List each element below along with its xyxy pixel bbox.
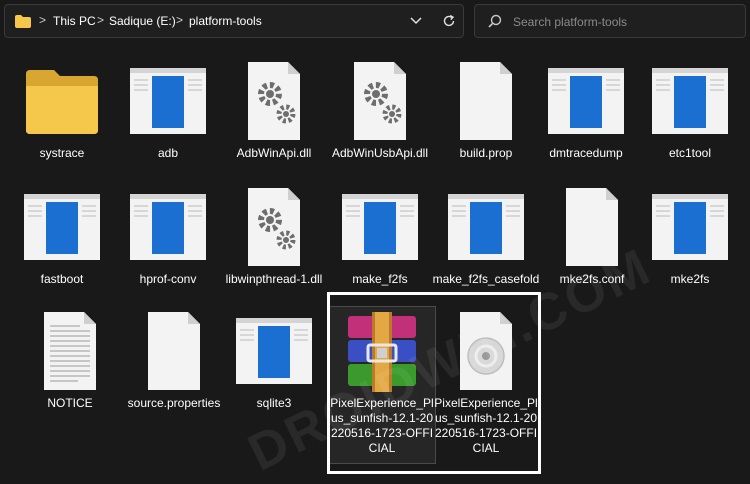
file-name: fastboot — [40, 272, 84, 286]
search-icon — [488, 14, 502, 28]
disc-image-icon — [460, 312, 512, 390]
file-name: adb — [157, 146, 179, 160]
exe-window-icon — [24, 194, 100, 260]
file-name: make_f2fs_casefold — [432, 272, 540, 286]
breadcrumb-separator[interactable]: > — [97, 13, 104, 27]
address-bar[interactable]: > This PC > Sadique (E:) > platform-tool… — [4, 4, 464, 38]
exe-window-icon — [548, 68, 624, 134]
file-name: NOTICE — [47, 396, 93, 410]
breadcrumb-separator[interactable]: > — [176, 13, 183, 27]
gears-file-icon — [248, 62, 300, 140]
exe-window-icon — [448, 194, 524, 260]
exe-window-icon — [342, 194, 418, 260]
exe-window-icon — [652, 194, 728, 260]
search-input[interactable] — [511, 12, 735, 32]
file-name: sqlite3 — [256, 396, 292, 410]
exe-window-icon — [130, 194, 206, 260]
text-file-icon — [44, 312, 96, 390]
exe-window-icon — [652, 68, 728, 134]
file-name: dmtracedump — [549, 146, 623, 160]
breadcrumb-separator[interactable]: > — [39, 13, 46, 27]
breadcrumb-platform-tools[interactable]: platform-tools — [189, 14, 262, 28]
file-name: make_f2fs — [352, 272, 408, 286]
file-name: PixelExperience_Plus_sunfish-12.1-202205… — [330, 396, 434, 455]
blank-file-icon — [566, 188, 618, 266]
file-name: systrace — [39, 146, 85, 160]
file-name: mke2fs — [670, 272, 710, 286]
file-name: build.prop — [459, 146, 513, 160]
breadcrumb-this-pc[interactable]: This PC — [53, 14, 96, 28]
folder-icon — [15, 15, 31, 28]
file-name: hprof-conv — [139, 272, 197, 286]
refresh-icon[interactable] — [442, 14, 456, 28]
gears-file-icon — [248, 188, 300, 266]
breadcrumb-drive[interactable]: Sadique (E:) — [109, 14, 176, 28]
blank-file-icon — [148, 312, 200, 390]
file-name: etc1tool — [668, 146, 712, 160]
file-name: mke2fs.conf — [559, 272, 625, 286]
navigation-bar: > This PC > Sadique (E:) > platform-tool… — [0, 0, 750, 44]
gears-file-icon — [354, 62, 406, 140]
blank-file-icon — [460, 62, 512, 140]
exe-window-icon — [236, 318, 312, 384]
search-box[interactable] — [474, 4, 746, 38]
file-name: AdbWinApi.dll — [236, 146, 312, 160]
winrar-archive-icon — [348, 312, 416, 392]
folder-icon — [26, 70, 98, 134]
chevron-down-icon[interactable] — [409, 13, 423, 27]
file-name: PixelExperience_Plus_sunfish-12.1-202205… — [434, 396, 538, 455]
file-name: libwinpthread-1.dll — [225, 272, 323, 286]
exe-window-icon — [130, 68, 206, 134]
file-name: source.properties — [127, 396, 221, 410]
file-name: AdbWinUsbApi.dll — [331, 146, 429, 160]
